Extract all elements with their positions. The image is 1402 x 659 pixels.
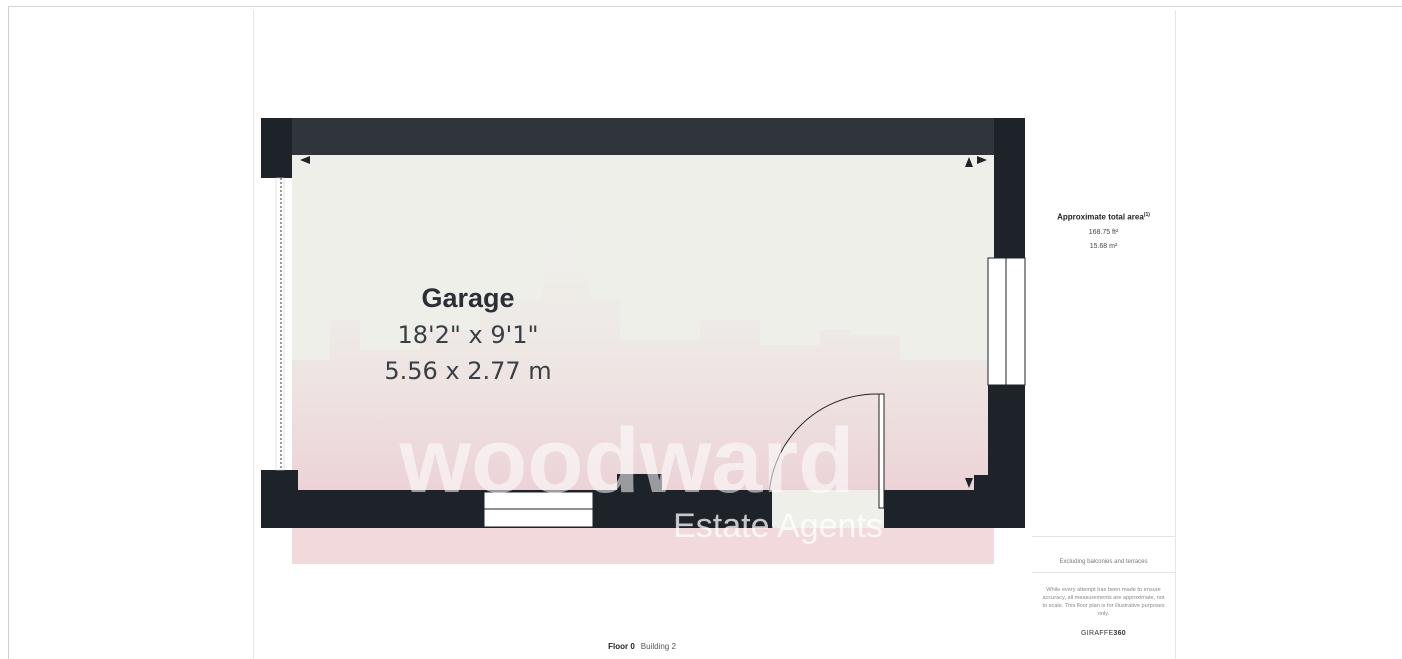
area-title-marker: (1)	[1143, 212, 1150, 218]
brand-name: GIRAFFE	[1080, 630, 1114, 637]
room-dimensions-metric: 5.56 x 2.77 m	[384, 357, 551, 385]
right-wall-upper	[994, 118, 1025, 258]
watermark-tagline: Estate Agents	[673, 507, 883, 545]
floor-caption: Floor 0 Building 2	[253, 642, 1031, 651]
brand-suffix: 360	[1113, 630, 1127, 637]
area-exclusion-note: Excluding balconies and terraces	[1059, 559, 1148, 565]
door-leaf	[878, 393, 885, 509]
area-metric: 15.68 m²	[1089, 243, 1118, 250]
building-label: Building 2	[640, 642, 676, 651]
left-top-post	[261, 118, 292, 178]
area-info-panel: Approximate total area(1) 168.75 ft² 15.…	[1032, 10, 1176, 659]
garage-door-opening	[275, 177, 285, 471]
top-wall	[292, 118, 994, 155]
area-title: Approximate total area(1)	[1032, 212, 1175, 222]
area-imperial: 168.75 ft²	[1088, 229, 1119, 236]
floor-plan-drawing: woodward Estate Agents Garage 18'2" x 9'…	[261, 118, 1026, 564]
giraffe360-logo: GIRAFFE360	[1032, 630, 1175, 637]
right-wall-corner	[974, 475, 994, 490]
room-name: Garage	[421, 283, 514, 313]
floor-number: Floor 0	[608, 642, 635, 651]
area-title-text: Approximate total area	[1057, 212, 1144, 222]
watermark-brand: woodward	[399, 410, 855, 512]
side-divider-bottom	[1032, 572, 1175, 573]
room-dimensions-imperial: 18'2" x 9'1"	[397, 321, 538, 349]
disclaimer-text: While every attempt has been made to ens…	[1042, 587, 1165, 617]
side-divider-top	[1032, 536, 1175, 537]
left-bottom-post	[261, 470, 298, 528]
